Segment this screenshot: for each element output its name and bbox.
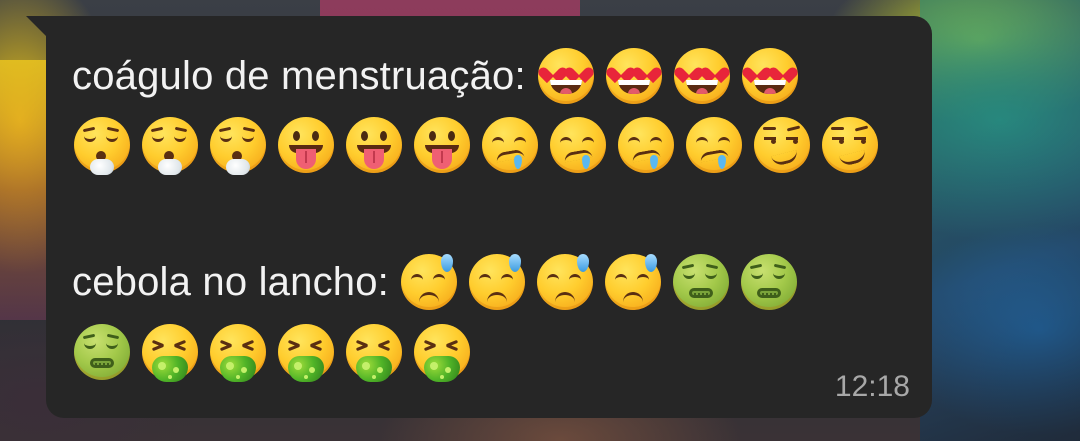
message-bubble[interactable]: coágulo de menstruação: cebola no lancho… xyxy=(46,16,932,418)
drooling-face-emoji-icon xyxy=(548,115,608,175)
face-with-tongue-emoji-icon xyxy=(412,115,472,175)
message-text-line-1: coágulo de menstruação: xyxy=(72,53,526,98)
drooling-face-emoji-icon xyxy=(684,115,744,175)
message-text-line-3: cebola no lancho: xyxy=(72,259,389,304)
wallpaper-blur-right xyxy=(920,0,1080,441)
message-line-4 xyxy=(72,322,472,382)
downcast-sweat-emoji-icon xyxy=(603,252,663,312)
message-timestamp: 12:18 xyxy=(834,370,910,403)
heart-eyes-emoji-icon xyxy=(672,46,732,106)
face-vomiting-emoji-icon xyxy=(140,322,200,382)
downcast-sweat-emoji-icon xyxy=(467,252,527,312)
wallpaper-blur-top xyxy=(320,0,580,16)
nauseated-face-emoji-icon xyxy=(72,322,132,382)
face-exhaling-emoji-icon xyxy=(72,115,132,175)
drooling-face-emoji-icon xyxy=(480,115,540,175)
heart-eyes-emoji-icon xyxy=(536,46,596,106)
emoji-group-heart-eyes xyxy=(536,46,800,106)
downcast-sweat-emoji-icon xyxy=(535,252,595,312)
drooling-face-emoji-icon xyxy=(616,115,676,175)
face-with-tongue-emoji-icon xyxy=(344,115,404,175)
nauseated-face-emoji-icon xyxy=(739,252,799,312)
emoji-group-sweat-nauseated xyxy=(399,252,799,312)
heart-eyes-emoji-icon xyxy=(740,46,800,106)
message-line-2 xyxy=(72,115,880,175)
heart-eyes-emoji-icon xyxy=(604,46,664,106)
face-vomiting-emoji-icon xyxy=(276,322,336,382)
downcast-sweat-emoji-icon xyxy=(399,252,459,312)
face-vomiting-emoji-icon xyxy=(344,322,404,382)
message-line-3: cebola no lancho: xyxy=(72,252,799,312)
face-vomiting-emoji-icon xyxy=(208,322,268,382)
face-exhaling-emoji-icon xyxy=(140,115,200,175)
message-line-1: coágulo de menstruação: xyxy=(72,46,800,106)
smirking-face-emoji-icon xyxy=(820,115,880,175)
face-vomiting-emoji-icon xyxy=(412,322,472,382)
emoji-group-vomit xyxy=(72,322,472,382)
nauseated-face-emoji-icon xyxy=(671,252,731,312)
face-exhaling-emoji-icon xyxy=(208,115,268,175)
face-with-tongue-emoji-icon xyxy=(276,115,336,175)
emoji-group-row-2 xyxy=(72,115,880,175)
smirking-face-emoji-icon xyxy=(752,115,812,175)
message-bubble-tail xyxy=(26,16,48,38)
